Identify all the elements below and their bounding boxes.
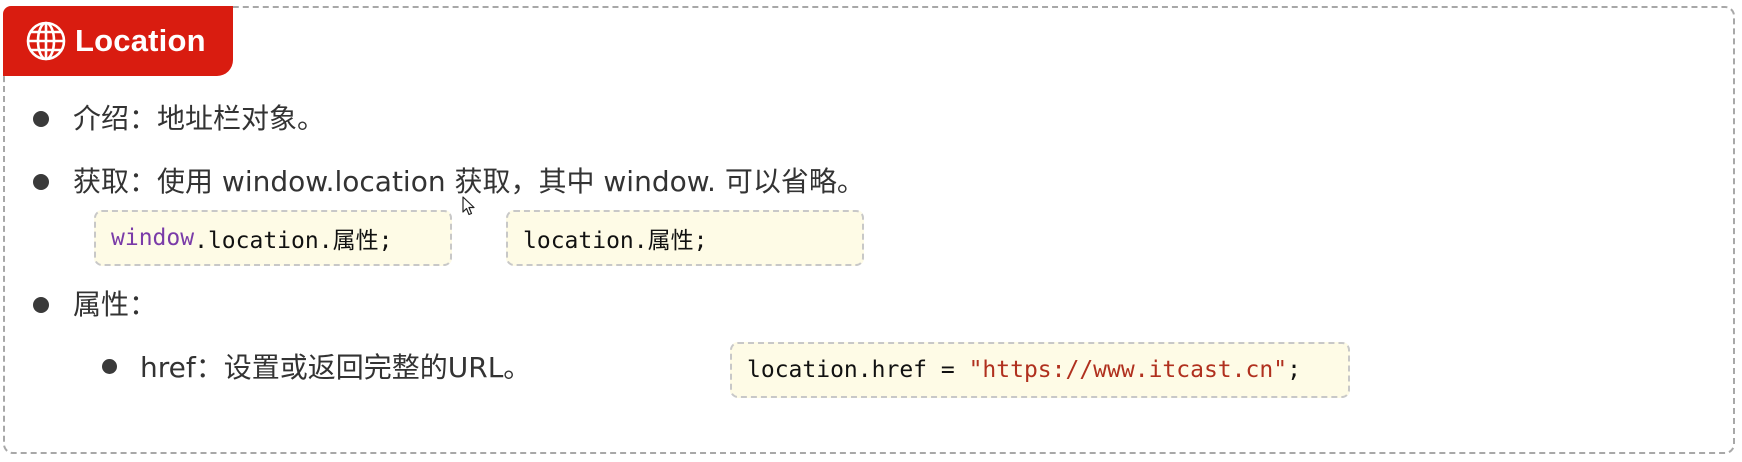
code-location: location.属性; xyxy=(506,210,864,266)
code-keyword: window xyxy=(111,225,195,251)
code-href: location.href = "https://www.itcast.cn"; xyxy=(730,342,1350,398)
href-label: href xyxy=(140,351,196,384)
access-text: 使用 window.location 获取，其中 window. 可以省略。 xyxy=(157,165,865,198)
href-text: 设置或返回完整的URL。 xyxy=(223,351,532,384)
code-rest: .location.属性; xyxy=(194,228,393,254)
section-header: Location xyxy=(3,6,233,76)
intro-label: 介绍 xyxy=(73,102,130,135)
properties-line: 属性： xyxy=(73,288,158,321)
mouse-cursor-icon xyxy=(462,196,476,220)
bullet-href xyxy=(102,359,117,374)
bullet-intro xyxy=(33,111,49,127)
intro-text: 地址栏对象。 xyxy=(157,102,326,135)
code-plain: location.属性; xyxy=(523,228,708,254)
href-line: href：设置或返回完整的URL。 xyxy=(140,351,532,384)
section-title: Location xyxy=(75,23,206,58)
intro-line: 介绍：地址栏对象。 xyxy=(73,102,326,135)
code-href-prefix: location.href = xyxy=(747,357,969,383)
code-window-location: window .location.属性; xyxy=(94,210,452,266)
properties-label: 属性 xyxy=(73,288,130,321)
code-href-string: "https://www.itcast.cn" xyxy=(968,357,1288,383)
access-label: 获取 xyxy=(73,165,130,198)
code-href-suffix: ; xyxy=(1287,357,1301,383)
access-line: 获取：使用 window.location 获取，其中 window. 可以省略… xyxy=(73,165,865,198)
globe-icon xyxy=(25,20,67,62)
bullet-access xyxy=(33,174,49,190)
bullet-properties xyxy=(33,297,49,313)
